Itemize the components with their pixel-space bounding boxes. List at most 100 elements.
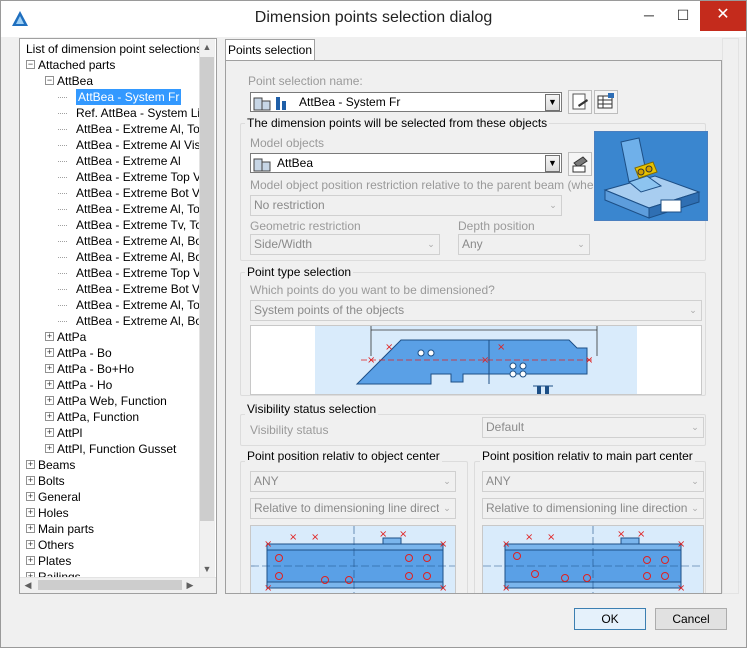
tree-item-label: Others — [38, 538, 75, 552]
expand-icon[interactable]: + — [45, 428, 54, 437]
tree-item[interactable]: AttBea - Extreme Al, Top — [20, 297, 207, 313]
svg-text:×: × — [502, 539, 510, 550]
expand-icon[interactable]: + — [45, 444, 54, 453]
chevron-down-icon: ⌄ — [687, 418, 703, 437]
tree-item-label: Beams — [38, 458, 76, 472]
tree-item[interactable]: + Others — [20, 537, 198, 553]
expand-icon[interactable]: + — [26, 460, 35, 469]
tree-item[interactable]: AttBea - Extreme Al Vis — [20, 137, 201, 153]
expand-icon[interactable]: + — [26, 524, 35, 533]
expand-icon[interactable]: + — [26, 476, 35, 485]
tree-item[interactable]: + Plates — [20, 553, 198, 569]
tree-horizontal-scroll-thumb[interactable] — [38, 580, 182, 590]
geometric-restriction-combo[interactable]: Side/Width ⌄ — [250, 234, 440, 255]
minimize-button[interactable]: ─ — [632, 1, 666, 31]
tree-item[interactable]: AttBea - Extreme Al, Bot — [20, 233, 205, 249]
main-part-center-illustration: × × × × × × × × — [483, 526, 703, 593]
scroll-left-icon[interactable]: ◀ — [20, 577, 36, 593]
maximize-button[interactable]: ☐ — [666, 1, 700, 31]
tree-item-label: General — [38, 490, 81, 504]
svg-text:×: × — [677, 539, 685, 550]
scroll-up-icon[interactable]: ▲ — [199, 39, 215, 55]
expand-icon[interactable]: + — [45, 364, 54, 373]
tree-item-label: AttPa — [57, 330, 87, 344]
tree-item[interactable]: Ref. AttBea - System Li — [20, 105, 200, 121]
tree-item[interactable]: AttBea - Extreme Al, Top — [20, 201, 207, 217]
object-center-reference-combo[interactable]: Relative to dimensioning line direction … — [250, 498, 456, 519]
tree-item[interactable]: + Main parts — [20, 521, 198, 537]
chevron-down-icon[interactable]: ▼ — [545, 155, 560, 172]
main-part-center-reference-combo[interactable]: Relative to dimensioning line direction … — [482, 498, 704, 519]
cancel-button[interactable]: Cancel — [655, 608, 727, 630]
scroll-right-icon[interactable]: ▶ — [182, 577, 198, 593]
svg-text:×: × — [289, 532, 297, 543]
tree-item[interactable]: + Holes — [20, 505, 198, 521]
tree-item-label: AttPa - Bo — [57, 346, 112, 360]
tree-item[interactable]: + AttPa — [20, 329, 198, 345]
visibility-status-combo[interactable]: Default ⌄ — [482, 417, 704, 438]
svg-text:×: × — [547, 532, 555, 543]
save-selection-button[interactable] — [568, 90, 592, 114]
expand-icon[interactable]: + — [26, 540, 35, 549]
page-edit-icon — [572, 93, 588, 110]
tree-item[interactable]: + AttPa, Function — [20, 409, 198, 425]
point-selection-name-combo[interactable]: AttBea - System Fr ▼ — [250, 92, 562, 112]
panel-vertical-scrollbar[interactable] — [722, 38, 739, 594]
tab-points-selection[interactable]: Points selection — [225, 39, 315, 61]
tree-item[interactable]: AttBea - Extreme Al, Bot — [20, 313, 205, 329]
tree-item[interactable]: AttBea - Extreme Top Vis — [20, 265, 210, 281]
main-part-center-reference-value: Relative to dimensioning line direction — [486, 501, 688, 515]
tree-item[interactable]: + Beams — [20, 457, 198, 473]
expand-icon[interactable]: + — [26, 508, 35, 517]
expand-icon[interactable]: + — [26, 556, 35, 565]
tree-item[interactable]: AttBea - Extreme Top Vis — [20, 169, 210, 185]
tree-item[interactable]: + AttPa - Ho — [20, 377, 198, 393]
pick-model-objects-button[interactable] — [568, 152, 592, 176]
tree-item[interactable]: + Bolts — [20, 473, 198, 489]
object-center-direction-combo[interactable]: ANY ⌄ — [250, 471, 456, 492]
chevron-down-icon[interactable]: ▼ — [545, 94, 560, 111]
point-type-combo[interactable]: System points of the objects ⌄ — [250, 300, 702, 321]
tree-item-label: Main parts — [38, 522, 95, 536]
tree-item[interactable]: AttBea - Extreme Tv, Top — [20, 217, 209, 233]
model-objects-value: AttBea — [277, 156, 314, 170]
model-objects-combo[interactable]: AttBea ▼ — [250, 153, 562, 173]
tree-item[interactable]: − AttBea — [20, 73, 198, 89]
expand-icon[interactable]: + — [45, 332, 54, 341]
tree-connector — [58, 257, 67, 258]
collapse-icon[interactable]: − — [26, 60, 35, 69]
expand-icon[interactable]: + — [45, 348, 54, 357]
tree-item[interactable]: AttBea - System Fr — [20, 89, 198, 105]
expand-icon[interactable]: + — [45, 380, 54, 389]
expand-icon[interactable]: + — [26, 492, 35, 501]
tree-item[interactable]: + AttPa Web, Function — [20, 393, 198, 409]
tree-item[interactable]: AttBea - Extreme Al — [20, 153, 198, 169]
tree-item[interactable]: + AttPl — [20, 425, 198, 441]
tree-item[interactable]: + General — [20, 489, 198, 505]
title-bar: Dimension points selection dialog ─ ☐ ✕ — [1, 1, 746, 37]
scroll-down-icon[interactable]: ▼ — [199, 561, 215, 577]
collapse-icon[interactable]: − — [45, 76, 54, 85]
depth-position-combo[interactable]: Any ⌄ — [458, 234, 590, 255]
selection-tree[interactable]: List of dimension point selections − Atta… — [19, 38, 217, 594]
tree-item[interactable]: + AttPa - Bo — [20, 345, 198, 361]
tree-item[interactable]: + AttPl, Function Gusset — [20, 441, 198, 457]
tree-item[interactable]: AttBea - Extreme Bot Vis — [20, 281, 209, 297]
position-restriction-combo[interactable]: No restriction ⌄ — [250, 195, 562, 216]
tree-vertical-scroll-thumb[interactable] — [200, 57, 214, 521]
main-part-center-direction-combo[interactable]: ANY ⌄ — [482, 471, 704, 492]
tree-item[interactable]: AttBea - Extreme Al, Top — [20, 121, 207, 137]
tree-item[interactable]: − Attached parts — [20, 57, 198, 73]
expand-icon[interactable]: + — [45, 412, 54, 421]
ok-button[interactable]: OK — [574, 608, 646, 630]
close-button[interactable]: ✕ — [700, 1, 746, 31]
main-part-center-group-title: Point position relativ to main part cent… — [480, 449, 695, 463]
point-type-question: Which points do you want to be dimension… — [250, 283, 495, 297]
tree-item[interactable]: AttBea - Extreme Bot Vis — [20, 185, 209, 201]
chevron-down-icon: ⌄ — [545, 196, 561, 215]
selection-list-button[interactable] — [594, 90, 618, 114]
tree-item[interactable]: AttBea - Extreme Al, Bot — [20, 249, 205, 265]
tree-item[interactable]: + AttPa - Bo+Ho — [20, 361, 198, 377]
model-objects-label: Model objects — [250, 136, 325, 150]
expand-icon[interactable]: + — [45, 396, 54, 405]
